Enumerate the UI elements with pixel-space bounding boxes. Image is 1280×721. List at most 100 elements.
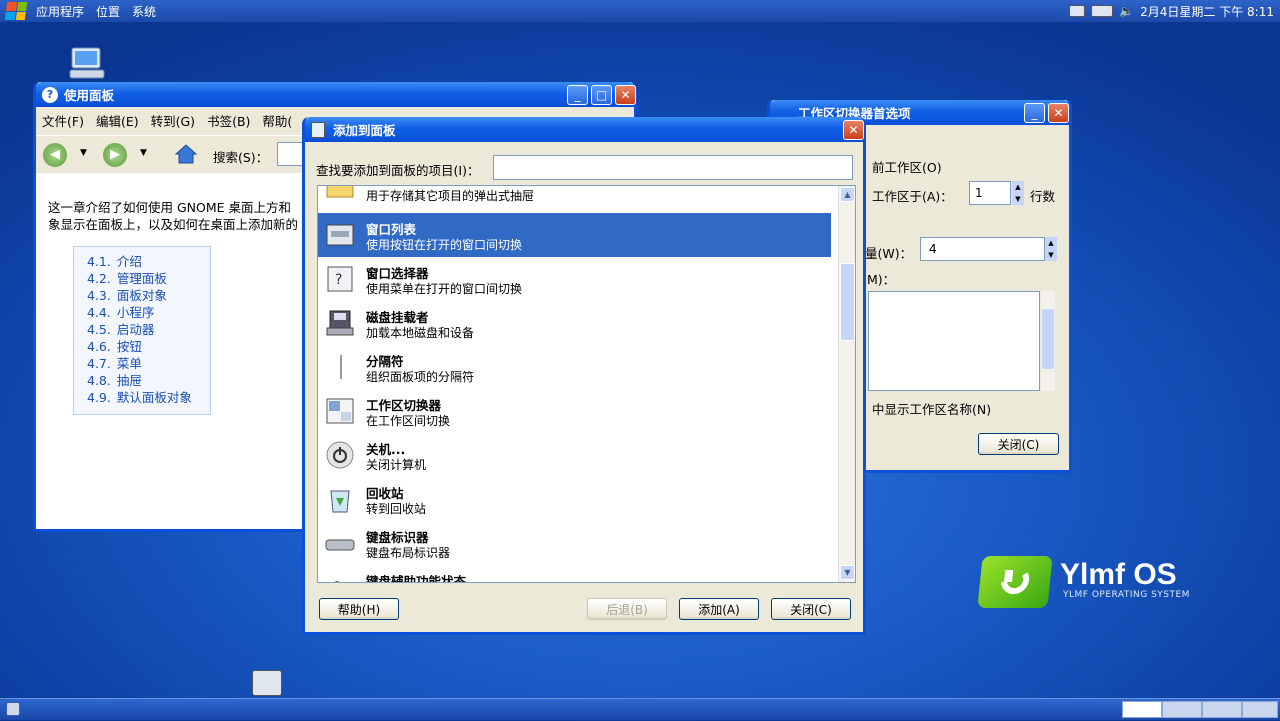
workspace-switcher-icon xyxy=(325,396,355,426)
help-paragraph: 这一章介绍了如何使用 GNOME 桌面上方和 象显示在面板上，以及如何在桌面上添… xyxy=(48,200,299,232)
add-to-panel-dialog: 添加到面板 ✕ 查找要添加到面板的项目(I)： 用于存储其它项目的弹出式抽屉 窗… xyxy=(302,117,866,635)
back-dropdown-icon[interactable]: ▼ xyxy=(80,148,87,158)
workspace-names-list[interactable] xyxy=(868,291,1040,391)
item-list: 用于存储其它项目的弹出式抽屉 窗口列表 使用按钮在打开的窗口间切换 ? 窗口选择… xyxy=(317,185,856,583)
workspace-3[interactable] xyxy=(1202,701,1242,718)
workspace-4[interactable] xyxy=(1242,701,1278,718)
workspace-switcher[interactable] xyxy=(1120,699,1280,721)
ws-close-button[interactable]: 关闭(C) xyxy=(978,433,1059,455)
home-icon[interactable] xyxy=(174,143,198,165)
list-scrollbar[interactable]: ▲ ▼ xyxy=(838,186,855,582)
printer-icon[interactable] xyxy=(1069,5,1086,17)
volume-icon[interactable]: 🔈 xyxy=(1119,4,1134,18)
power-icon xyxy=(325,440,355,470)
list-item[interactable]: 关机... 关闭计算机 xyxy=(318,433,831,477)
computer-desktop-icon[interactable] xyxy=(66,46,108,80)
help-window-titlebar[interactable]: ? 使用面板 xyxy=(36,82,634,107)
back-icon[interactable]: ◀ xyxy=(43,143,67,167)
menu-system[interactable]: 系统 xyxy=(126,3,162,20)
toc-item[interactable]: 4.8. 抽屉 xyxy=(87,372,210,389)
list-item[interactable]: 分隔符 组织面板项的分隔符 xyxy=(318,345,831,389)
help-icon: ? xyxy=(42,86,58,103)
scroll-down-arrow[interactable]: ▼ xyxy=(840,565,855,580)
brand-subtitle: YLMF OPERATING SYSTEM xyxy=(1063,590,1190,600)
dragged-applet-icon xyxy=(252,670,282,696)
close-button[interactable]: ✕ xyxy=(1048,103,1069,123)
trash-icon xyxy=(325,484,355,514)
system-tray: 🔈 2月4日星期二 下午 8:11 xyxy=(1069,0,1274,22)
dialog-titlebar[interactable]: 添加到面板 xyxy=(305,117,863,142)
clock[interactable]: 2月4日星期二 下午 8:11 xyxy=(1140,3,1274,20)
list-item[interactable]: 磁盘挂载者 加载本地磁盘和设备 xyxy=(318,301,831,345)
back-button[interactable]: 后退(B) xyxy=(587,598,667,620)
bottom-panel xyxy=(0,698,1280,720)
main-menu-icon[interactable] xyxy=(4,2,28,20)
forward-icon[interactable]: ▶ xyxy=(103,143,127,167)
dialog-title: 添加到面板 xyxy=(333,123,396,138)
close-button[interactable]: ✕ xyxy=(615,85,636,105)
separator-icon xyxy=(325,352,355,382)
rows-label: 工作区于(A)： xyxy=(872,189,953,204)
dialog-search-label: 查找要添加到面板的项目(I)： xyxy=(316,163,480,178)
help-window-title: 使用面板 xyxy=(64,88,115,103)
accessibility-icon xyxy=(325,572,355,582)
list-item[interactable]: 工作区切换器 在工作区间切换 xyxy=(318,389,831,433)
count-spin-input[interactable]: 4 xyxy=(920,237,1045,261)
ylmf-logo xyxy=(977,556,1053,608)
help-button[interactable]: 帮助(H) xyxy=(319,598,399,620)
help-toc: 4.1. 介绍 4.2. 管理面板 4.3. 面板对象 4.4. 小程序 4.5. 启动器… xyxy=(73,246,211,415)
toc-item[interactable]: 4.6. 按钮 xyxy=(87,338,210,355)
panel-icon xyxy=(311,121,325,138)
current-ws-radio[interactable]: 前工作区(O) xyxy=(872,157,942,176)
menu-places[interactable]: 位置 xyxy=(90,3,126,20)
drawer-icon xyxy=(325,186,355,201)
toc-item[interactable]: 4.2. 管理面板 xyxy=(87,270,210,287)
window-list-icon xyxy=(325,220,355,250)
list-item[interactable]: ? 窗口选择器 使用菜单在打开的窗口间切换 xyxy=(318,257,831,301)
add-button[interactable]: 添加(A) xyxy=(679,598,759,620)
scroll-up-arrow[interactable]: ▲ xyxy=(840,187,855,202)
names-label: M)： xyxy=(867,272,896,287)
count-spin-arrows[interactable]: ▲ ▼ xyxy=(1045,237,1057,261)
toc-item[interactable]: 4.4. 小程序 xyxy=(87,304,210,321)
close-dialog-button[interactable]: 关闭(C) xyxy=(771,598,851,620)
toc-item[interactable]: 4.5. 启动器 xyxy=(87,321,210,338)
close-button[interactable]: ✕ xyxy=(843,120,864,140)
network-icon[interactable] xyxy=(1091,5,1114,17)
menu-file[interactable]: 文件(F) xyxy=(36,111,90,130)
list-item[interactable]: 用于存储其它项目的弹出式抽屉 xyxy=(318,186,831,208)
count-label: 量(W)： xyxy=(865,246,913,261)
show-desktop-icon[interactable] xyxy=(6,702,20,716)
show-names-checkbox[interactable]: 中显示工作区名称(N) xyxy=(872,399,991,418)
menu-help[interactable]: 帮助( xyxy=(256,111,298,130)
minimize-button[interactable]: _ xyxy=(1024,103,1045,123)
search-label: 搜索(S)： xyxy=(213,150,269,165)
minimize-button[interactable]: _ xyxy=(567,85,588,105)
list-item[interactable]: 键盘辅助功能状态 xyxy=(318,565,831,582)
toc-item[interactable]: 4.3. 面板对象 xyxy=(87,287,210,304)
menu-applications[interactable]: 应用程序 xyxy=(30,3,90,20)
menu-go[interactable]: 转到(G) xyxy=(145,111,201,130)
rows-unit: 行数 xyxy=(1030,189,1056,204)
scroll-thumb[interactable] xyxy=(840,263,855,341)
brand-name: Ylmf OS xyxy=(1060,558,1177,591)
names-scrollbar[interactable] xyxy=(1041,291,1055,391)
maximize-button[interactable]: □ xyxy=(591,85,612,105)
menu-edit[interactable]: 编辑(E) xyxy=(90,111,145,130)
rows-spin-input[interactable]: 1 xyxy=(969,181,1011,205)
dialog-search-input[interactable] xyxy=(493,155,853,180)
menu-bookmarks[interactable]: 书签(B) xyxy=(201,111,256,130)
list-item[interactable]: 窗口列表 使用按钮在打开的窗口间切换 xyxy=(318,213,831,257)
list-item[interactable]: 回收站 转到回收站 xyxy=(318,477,831,521)
window-selector-icon: ? xyxy=(325,264,355,294)
forward-dropdown-icon[interactable]: ▼ xyxy=(140,148,147,158)
workspace-1[interactable] xyxy=(1122,701,1162,718)
list-item[interactable]: 键盘标识器 键盘布局标识器 xyxy=(318,521,831,565)
toc-item[interactable]: 4.7. 菜单 xyxy=(87,355,210,372)
disk-mounter-icon xyxy=(325,308,355,338)
workspace-2[interactable] xyxy=(1162,701,1202,718)
toc-item[interactable]: 4.9. 默认面板对象 xyxy=(87,389,210,406)
toc-item[interactable]: 4.1. 介绍 xyxy=(87,253,210,270)
rows-spin-arrows[interactable]: ▲ ▼ xyxy=(1012,181,1024,205)
keyboard-icon xyxy=(325,528,355,558)
